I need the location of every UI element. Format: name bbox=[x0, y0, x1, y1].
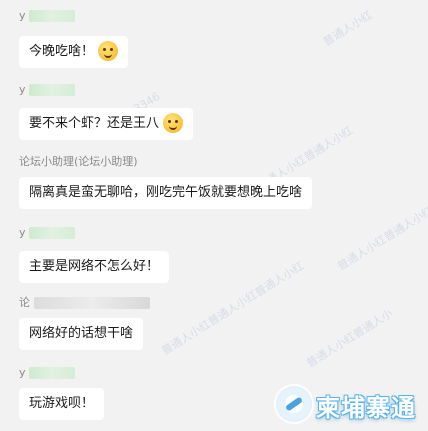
laugh-cry-face-icon bbox=[163, 112, 184, 133]
sender-name: y bbox=[19, 9, 76, 23]
blurred-name bbox=[29, 84, 76, 96]
yum-face-icon bbox=[98, 40, 119, 61]
watermark: 普通人小红普通人小红普通人小红 bbox=[159, 259, 307, 358]
watermark: 普通人小红 bbox=[320, 8, 375, 49]
message-bubble[interactable]: 要不来个虾？还是王八 bbox=[19, 108, 194, 140]
blurred-name bbox=[33, 297, 150, 309]
message-item: y 今晚吃啥！ bbox=[19, 9, 129, 68]
message-bubble[interactable]: 网络好的话想干啥 bbox=[19, 318, 144, 350]
message-bubble[interactable]: 隔离真是蛮无聊哈，刚吃完午饭就要想晚上吃啥 bbox=[19, 177, 313, 209]
blurred-name bbox=[29, 367, 76, 379]
message-item: 论 网络好的话想干啥 bbox=[19, 296, 150, 350]
chat-area: 普通人小红 普通人小红普通人小红 普通人小红普通人小红普通人小红 普通人小红普通… bbox=[0, 0, 428, 431]
message-bubble[interactable]: 主要是网络不怎么好！ bbox=[19, 251, 170, 283]
sender-name: 论 bbox=[19, 296, 150, 310]
message-text: 要不来个虾？还是王八 bbox=[29, 116, 160, 131]
sender-name: y bbox=[19, 226, 76, 240]
message-item: y 主要是网络不怎么好！ bbox=[19, 226, 170, 283]
brand-logo: 柬埔寨通 bbox=[276, 381, 424, 427]
sender-name: y bbox=[19, 83, 76, 97]
blurred-name bbox=[29, 227, 76, 239]
message-text: 隔离真是蛮无聊哈，刚吃完午饭就要想晚上吃啥 bbox=[29, 185, 303, 200]
sender-name: 论坛小助理(论坛小助理) bbox=[19, 155, 138, 168]
blurred-name bbox=[29, 10, 76, 22]
message-item: 论坛小助理(论坛小助理) 隔离真是蛮无聊哈，刚吃完午饭就要想晚上吃啥 bbox=[19, 155, 313, 209]
message-text: 主要是网络不怎么好！ bbox=[29, 259, 160, 274]
message-bubble[interactable]: 今晚吃啥！ bbox=[19, 36, 129, 68]
watermark: 普通人小红普通人小 bbox=[304, 306, 396, 371]
sender-name: y bbox=[19, 366, 76, 380]
watermark: 普通人小红普通人小红 bbox=[335, 203, 428, 274]
logo-text: 柬埔寨通 bbox=[316, 394, 416, 422]
logo-icon bbox=[276, 386, 312, 422]
message-text: 今晚吃啥！ bbox=[29, 44, 95, 59]
message-item: y 玩游戏呗！ bbox=[19, 366, 105, 420]
message-text: 玩游戏呗！ bbox=[29, 396, 95, 411]
message-bubble[interactable]: 玩游戏呗！ bbox=[19, 388, 105, 420]
message-text: 网络好的话想干啥 bbox=[29, 326, 134, 341]
message-item: y 要不来个虾？还是王八 bbox=[19, 83, 194, 140]
